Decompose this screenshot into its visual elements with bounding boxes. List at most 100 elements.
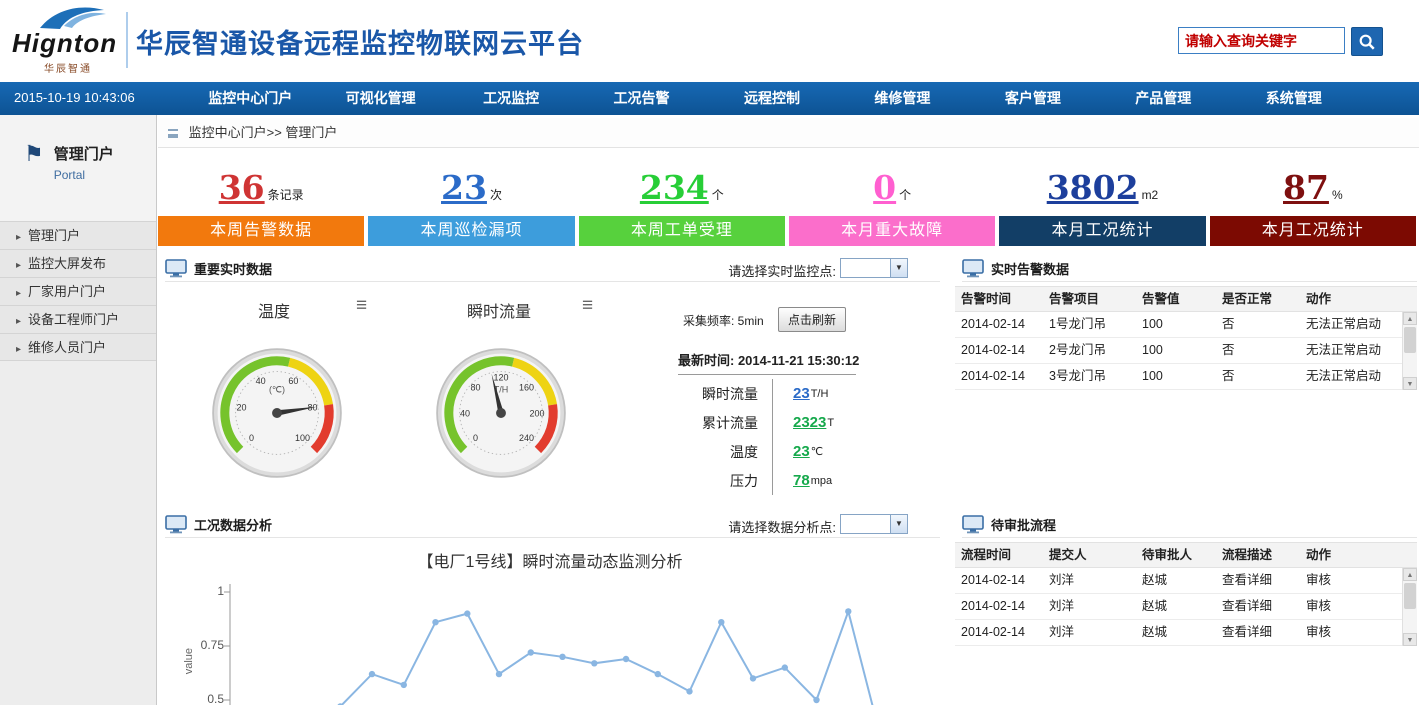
stat-bar-label[interactable]: 本周巡检漏项 xyxy=(368,216,574,246)
latest-time-text: 最新时间: 2014-11-21 15:30:12 xyxy=(678,350,859,369)
nav-item-maintenance-management[interactable]: 维修管理 xyxy=(837,82,967,115)
gauge-tick: 0 xyxy=(249,433,254,443)
scroll-up-icon[interactable]: ▲ xyxy=(1403,568,1417,581)
table-row: 2014-02-14 2号龙门吊 100 否 无法正常启动 xyxy=(955,338,1417,364)
sidebar-item-screen-publish[interactable]: ▸监控大屏发布 xyxy=(0,249,156,277)
nav-item-monitor-center[interactable]: 监控中心门户 xyxy=(185,82,315,115)
table-scrollbar[interactable]: ▲ ▼ xyxy=(1402,568,1417,646)
stat-value[interactable]: 3802 xyxy=(1047,168,1139,207)
caret-right-icon: ▸ xyxy=(16,260,21,271)
stat-card-weekly-alarm-data: 36条记录 本周告警数据 xyxy=(158,158,364,246)
gauge-tick: 60 xyxy=(288,376,298,386)
nav-item-customer-management[interactable]: 客户管理 xyxy=(968,82,1098,115)
logo-swoosh-icon xyxy=(38,4,110,30)
analysis-select-label: 请选择数据分析点: xyxy=(703,517,836,536)
cell: 2014-02-14 xyxy=(955,620,1043,645)
stat-value[interactable]: 36 xyxy=(219,168,265,207)
table-scrollbar[interactable]: ▲ ▼ xyxy=(1402,312,1417,390)
sidebar-item-maintenance-staff-portal[interactable]: ▸维修人员门户 xyxy=(0,333,156,361)
view-detail-link[interactable]: 查看详细 xyxy=(1216,594,1300,619)
column-header: 是否正常 xyxy=(1216,287,1300,311)
stat-bar-label[interactable]: 本月工况统计 xyxy=(999,216,1205,246)
stat-bar-label[interactable]: 本周工单受理 xyxy=(579,216,785,246)
flag-icon: ⚑ xyxy=(24,143,44,221)
nav-item-system-management[interactable]: 系统管理 xyxy=(1229,82,1359,115)
stat-unit: 条记录 xyxy=(268,188,304,202)
audit-action-link[interactable]: 审核 xyxy=(1300,594,1402,619)
scrollbar-thumb[interactable] xyxy=(1404,583,1416,609)
stat-unit: m2 xyxy=(1142,188,1159,202)
audit-action-link[interactable]: 审核 xyxy=(1300,620,1402,645)
column-header: 动作 xyxy=(1300,543,1402,567)
search-button[interactable] xyxy=(1351,27,1383,56)
metric-row: 瞬时流量 23T/H xyxy=(652,379,892,408)
gauge-tick: 40 xyxy=(460,409,470,419)
sidebar-item-label: 设备工程师门户 xyxy=(28,312,119,327)
cell: 1号龙门吊 xyxy=(1043,312,1136,337)
nav-item-condition-alarm[interactable]: 工况告警 xyxy=(576,82,706,115)
logo: Hignton 华辰智通 xyxy=(10,4,122,78)
search-icon xyxy=(1358,33,1376,51)
gauge-tick: 160 xyxy=(519,383,534,393)
table-header-row: 流程时间 提交人 待审批人 流程描述 动作 xyxy=(955,542,1417,568)
scroll-down-icon[interactable]: ▼ xyxy=(1403,377,1417,390)
stat-bar-label[interactable]: 本周告警数据 xyxy=(158,216,364,246)
sidebar-item-admin-portal[interactable]: ▸管理门户 xyxy=(0,221,156,249)
gauge-tick: 80 xyxy=(471,383,481,393)
table-row: 2014-02-14 刘洋 赵城 查看详细 审核 xyxy=(955,594,1417,620)
stat-value[interactable]: 234 xyxy=(640,168,709,207)
stat-card-weekly-inspection-missed: 23次 本周巡检漏项 xyxy=(368,158,574,246)
metric-value[interactable]: 23 xyxy=(793,443,810,460)
app-title: 华辰智通设备远程监控物联网云平台 xyxy=(136,22,584,61)
divider xyxy=(678,374,856,375)
sidebar-item-vendor-user-portal[interactable]: ▸厂家用户门户 xyxy=(0,277,156,305)
monitor-point-select[interactable]: ▼ xyxy=(840,258,908,278)
scrollbar-thumb[interactable] xyxy=(1404,327,1416,353)
analysis-point-select[interactable]: ▼ xyxy=(840,514,908,534)
cell: 刘洋 xyxy=(1043,568,1136,593)
cell: 无法正常启动 xyxy=(1300,338,1402,363)
metric-unit: ℃ xyxy=(811,445,823,458)
metric-unit: T/H xyxy=(811,388,829,400)
chart-toolbox-icon[interactable]: ≡ xyxy=(356,298,367,314)
view-detail-link[interactable]: 查看详细 xyxy=(1216,568,1300,593)
stat-bar-label[interactable]: 本月重大故障 xyxy=(789,216,995,246)
scroll-down-icon[interactable]: ▼ xyxy=(1403,633,1417,646)
metric-label: 瞬时流量 xyxy=(652,384,758,404)
column-header: 告警值 xyxy=(1136,287,1216,311)
refresh-button[interactable]: 点击刷新 xyxy=(778,307,846,332)
metric-label: 累计流量 xyxy=(652,413,758,433)
column-header: 动作 xyxy=(1300,287,1402,311)
metric-value[interactable]: 2323 xyxy=(793,414,826,431)
caret-right-icon: ▸ xyxy=(16,344,21,355)
sidebar-item-label: 厂家用户门户 xyxy=(28,284,106,299)
nav-item-condition-monitoring[interactable]: 工况监控 xyxy=(446,82,576,115)
view-detail-link[interactable]: 查看详细 xyxy=(1216,620,1300,645)
stat-value[interactable]: 0 xyxy=(873,168,896,207)
metric-value[interactable]: 23 xyxy=(793,385,810,402)
main-navbar: 2015-10-19 10:43:06 监控中心门户 可视化管理 工况监控 工况… xyxy=(0,82,1419,115)
table-row: 2014-02-14 3号龙门吊 100 否 无法正常启动 xyxy=(955,364,1417,390)
nav-item-remote-control[interactable]: 远程控制 xyxy=(707,82,837,115)
metric-value[interactable]: 78 xyxy=(793,472,810,489)
chart-toolbox-icon[interactable]: ≡ xyxy=(582,298,593,314)
sidebar-item-device-engineer-portal[interactable]: ▸设备工程师门户 xyxy=(0,305,156,333)
cell: 2014-02-14 xyxy=(955,594,1043,619)
stat-value[interactable]: 23 xyxy=(441,168,487,207)
gauge-tick: 0 xyxy=(473,433,478,443)
stat-value[interactable]: 87 xyxy=(1283,168,1329,207)
gauge-unit: (℃) xyxy=(269,384,285,394)
alarm-section-header: 实时告警数据 xyxy=(962,256,1417,282)
stat-card-monthly-condition-stats-2: 87% 本月工况统计 xyxy=(1210,158,1416,246)
cell: 否 xyxy=(1216,364,1300,389)
cell: 100 xyxy=(1136,312,1216,337)
search-input[interactable] xyxy=(1178,27,1345,54)
cell: 100 xyxy=(1136,364,1216,389)
audit-action-link[interactable]: 审核 xyxy=(1300,568,1402,593)
nav-item-visual-management[interactable]: 可视化管理 xyxy=(315,82,445,115)
logo-text: Hignton xyxy=(12,28,117,59)
stat-bar-label[interactable]: 本月工况统计 xyxy=(1210,216,1416,246)
nav-item-product-management[interactable]: 产品管理 xyxy=(1098,82,1228,115)
scroll-up-icon[interactable]: ▲ xyxy=(1403,312,1417,325)
approval-table: 流程时间 提交人 待审批人 流程描述 动作 2014-02-14 刘洋 赵城 查… xyxy=(955,542,1417,646)
